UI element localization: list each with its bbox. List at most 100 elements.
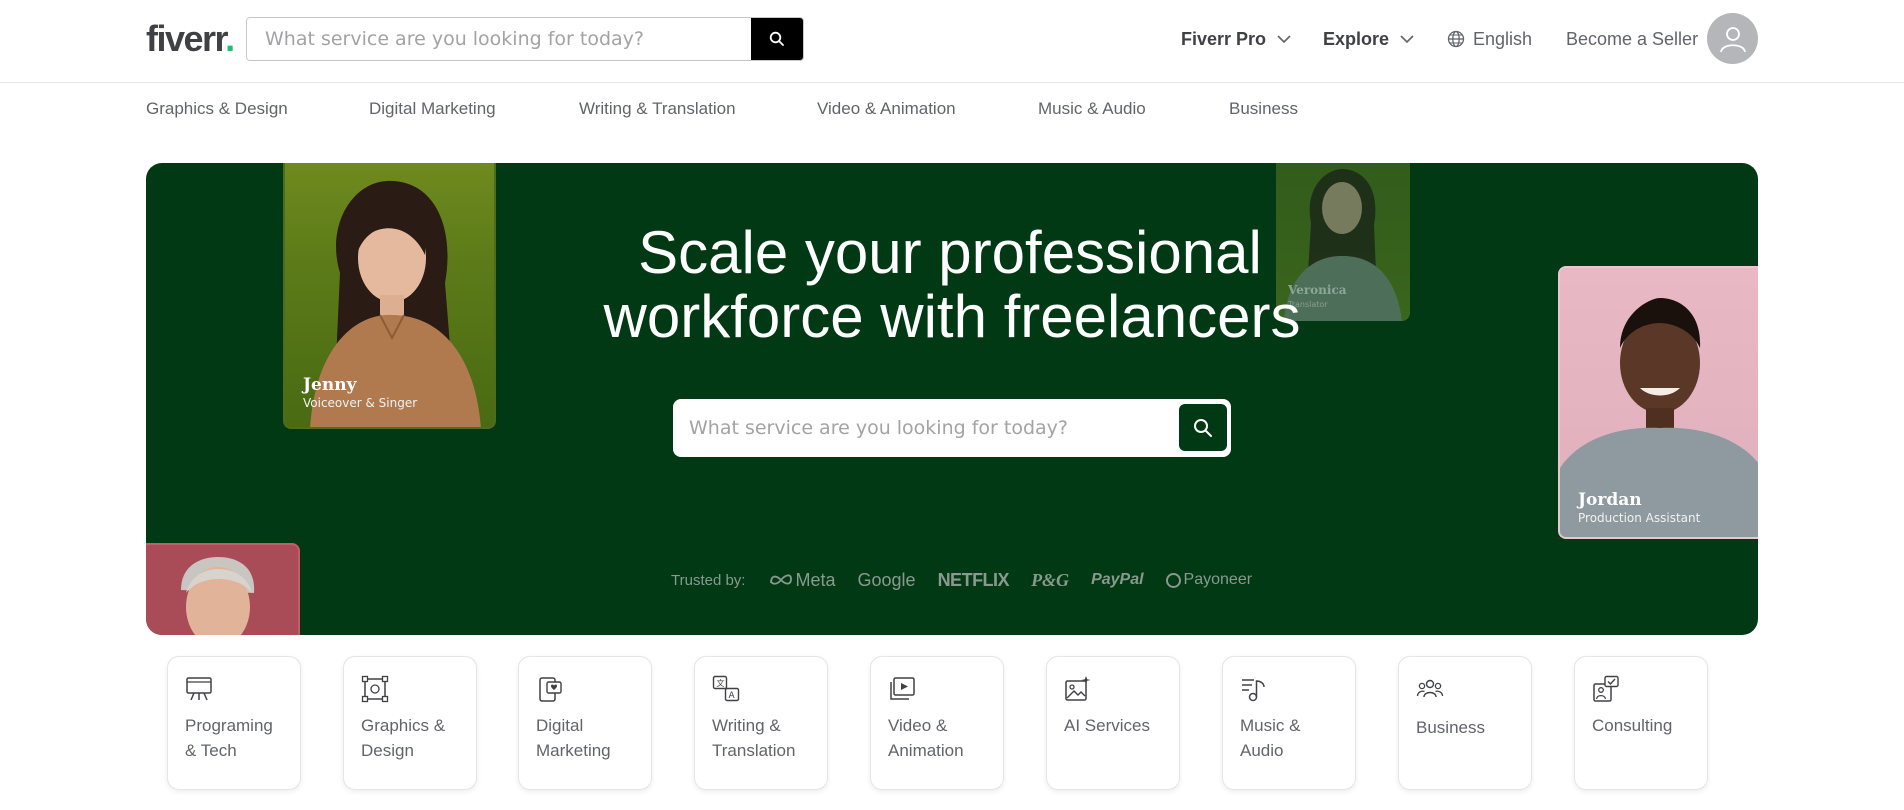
category-link-writing-translation[interactable]: Writing & Translation bbox=[579, 99, 736, 119]
svg-text:A: A bbox=[729, 691, 736, 701]
meta-infinity-icon bbox=[770, 574, 793, 585]
nav-fiverr-pro[interactable]: Fiverr Pro bbox=[1181, 0, 1292, 78]
trusted-by-label: Trusted by: bbox=[671, 571, 746, 589]
tile-label-line-2: Marketing bbox=[536, 741, 611, 760]
freelancer-name: Veronica bbox=[1288, 283, 1347, 297]
freelancer-card-jenny: Jenny Voiceover & Singer bbox=[283, 163, 496, 429]
tile-label: AI Services bbox=[1064, 713, 1176, 738]
google-logo: Google bbox=[857, 569, 916, 590]
portrait-image bbox=[1284, 168, 1402, 321]
tile-label: Digital Marketing bbox=[536, 713, 648, 763]
header-search-bar bbox=[246, 17, 804, 61]
header-search-input[interactable] bbox=[247, 18, 753, 60]
user-icon bbox=[1719, 26, 1746, 52]
category-link-digital-marketing[interactable]: Digital Marketing bbox=[369, 99, 496, 119]
translate-icon: 文A bbox=[712, 675, 740, 702]
freelancer-role: Translator bbox=[1288, 300, 1328, 309]
tile-digital-marketing[interactable]: Digital Marketing bbox=[518, 656, 652, 790]
category-link-business[interactable]: Business bbox=[1229, 99, 1298, 119]
tile-label-line-1: Writing & bbox=[712, 716, 781, 735]
user-avatar[interactable] bbox=[1707, 13, 1758, 64]
svg-text:文: 文 bbox=[717, 678, 725, 688]
consulting-chat-icon bbox=[1593, 675, 1619, 702]
payoneer-logo: Payoneer bbox=[1165, 571, 1252, 589]
top-header: fiverr. Fiverr Pro Explore English Becom… bbox=[0, 0, 1904, 83]
fiverr-logo[interactable]: fiverr. bbox=[146, 18, 235, 60]
tile-label-line-2: Translation bbox=[712, 741, 796, 760]
chevron-down-icon bbox=[1276, 34, 1292, 44]
hero-search-button[interactable] bbox=[1179, 404, 1227, 451]
nav-language-label: English bbox=[1473, 28, 1533, 49]
tile-label-line-1: Digital bbox=[536, 716, 584, 735]
tile-label: Video & Animation bbox=[888, 713, 1000, 763]
netflix-logo: NETFLIX bbox=[937, 569, 1010, 590]
pg-logo: P&G bbox=[1031, 569, 1070, 590]
freelancer-role: Voiceover & Singer bbox=[303, 396, 418, 410]
meta-logo: Meta bbox=[769, 569, 836, 591]
presentation-board-icon bbox=[186, 677, 212, 701]
nav-language[interactable]: English bbox=[1447, 0, 1532, 78]
logo-text: fiverr bbox=[146, 18, 227, 59]
hero-search-input[interactable] bbox=[673, 399, 1163, 457]
category-tiles-row: Programing & Tech Graphics & Design Digita… bbox=[0, 656, 1904, 792]
freelancer-role: Production Assistant bbox=[1578, 511, 1701, 525]
globe-icon bbox=[1447, 30, 1465, 48]
header-search-button[interactable] bbox=[751, 18, 803, 60]
tile-label-line-1: Graphics & bbox=[361, 716, 446, 735]
tile-consulting[interactable]: Consulting bbox=[1574, 656, 1708, 790]
nav-explore[interactable]: Explore bbox=[1323, 0, 1415, 78]
category-nav-bar: Graphics & Design Digital Marketing Writ… bbox=[0, 84, 1904, 132]
people-group-icon bbox=[1416, 679, 1444, 698]
tile-label: Consulting bbox=[1592, 713, 1704, 738]
tile-label-line-1: Consulting bbox=[1592, 716, 1673, 735]
hero-search-bar bbox=[673, 399, 1231, 457]
tile-label-line-2: Design bbox=[361, 741, 414, 760]
tile-business[interactable]: Business bbox=[1398, 656, 1532, 790]
vector-design-icon bbox=[361, 675, 389, 703]
freelancer-card-veronica: Veronica Translator bbox=[1276, 163, 1410, 321]
category-link-video-animation[interactable]: Video & Animation bbox=[817, 99, 956, 119]
logo-dot: . bbox=[225, 18, 235, 59]
category-link-music-audio[interactable]: Music & Audio bbox=[1038, 99, 1146, 119]
tile-ai-services[interactable]: AI Services bbox=[1046, 656, 1180, 790]
freelancer-name: Jordan bbox=[1578, 490, 1642, 510]
paypal-logo: PayPal bbox=[1091, 571, 1144, 588]
tile-label-line-2: Animation bbox=[888, 741, 964, 760]
tile-label: Writing & Translation bbox=[712, 713, 824, 763]
category-link-graphics-design[interactable]: Graphics & Design bbox=[146, 99, 288, 119]
tile-label: Programing & Tech bbox=[185, 713, 297, 763]
tile-label: Music & Audio bbox=[1240, 713, 1352, 763]
tile-label-line-1: Business bbox=[1416, 718, 1485, 737]
meta-logo-text: Meta bbox=[795, 569, 836, 590]
tile-label-line-1: Video & bbox=[888, 716, 948, 735]
tile-label: Business bbox=[1416, 715, 1528, 740]
search-icon bbox=[1194, 418, 1212, 437]
search-icon bbox=[769, 31, 784, 46]
nav-become-seller-label: Become a Seller bbox=[1566, 28, 1699, 49]
freelancer-name: Jenny bbox=[303, 375, 357, 395]
chevron-down-icon bbox=[1399, 34, 1415, 44]
music-note-icon bbox=[1242, 679, 1265, 702]
nav-explore-label: Explore bbox=[1323, 28, 1390, 49]
trusted-by-row: Trusted by: Meta Google NETFLIX P&G PayP… bbox=[671, 566, 1252, 594]
tile-label-line-1: AI Services bbox=[1064, 716, 1150, 735]
tile-video-animation[interactable]: Video & Animation bbox=[870, 656, 1004, 790]
tile-label-line-1: Music & bbox=[1240, 716, 1301, 735]
portrait-image bbox=[181, 557, 255, 635]
phone-heart-icon bbox=[539, 677, 562, 702]
freelancer-card-jordan: Jordan Production Assistant bbox=[1558, 266, 1758, 539]
hero-banner: Jenny Voiceover & Singer Veronica Transl… bbox=[146, 163, 1758, 635]
tile-music-audio[interactable]: Music & Audio bbox=[1222, 656, 1356, 790]
tile-label-line-2: Audio bbox=[1240, 741, 1284, 760]
payoneer-ring-icon bbox=[1165, 572, 1181, 588]
tile-graphics-design[interactable]: Graphics & Design bbox=[343, 656, 477, 790]
tile-label: Graphics & Design bbox=[361, 713, 473, 763]
freelancer-card-partial bbox=[146, 543, 300, 635]
tile-writing-translation[interactable]: 文A Writing & Translation bbox=[694, 656, 828, 790]
nav-fiverr-pro-label: Fiverr Pro bbox=[1181, 28, 1267, 49]
tile-programming-tech[interactable]: Programing & Tech bbox=[167, 656, 301, 790]
video-play-icon bbox=[890, 677, 915, 700]
tile-label-line-2: & Tech bbox=[185, 741, 237, 760]
tile-label-line-1: Programing bbox=[185, 716, 273, 735]
nav-become-seller[interactable]: Become a Seller bbox=[1566, 0, 1698, 78]
